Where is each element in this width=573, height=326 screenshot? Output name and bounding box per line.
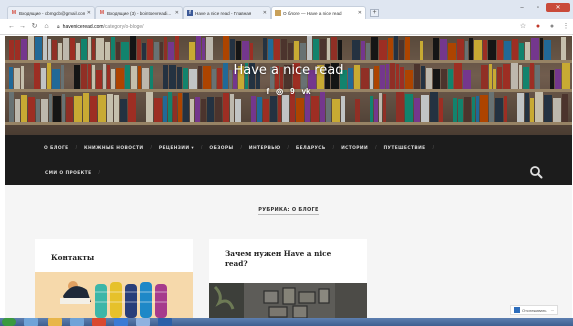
nav-menu: О блоге / Книжные новости / Рецензии ▾ /…	[44, 143, 441, 153]
nav-item-overviews[interactable]: Обзоры	[209, 146, 233, 151]
menu-icon[interactable]: ⋮	[561, 22, 571, 32]
close-tab-icon[interactable]: ✕	[358, 10, 362, 16]
more-icon[interactable]: ···	[550, 308, 554, 313]
main-content: РУБРИКА: О БЛОГЕ Контакты Зачем нужен Ha…	[5, 185, 572, 318]
nav-item-travel[interactable]: Путешествие	[383, 146, 425, 151]
start-button[interactable]	[2, 318, 16, 326]
wordpress-icon	[514, 307, 520, 313]
site-navigation: О блоге / Книжные новости / Рецензии ▾ /…	[5, 135, 572, 185]
nav-item-label: Рецензии	[158, 145, 190, 151]
nav-item-stories[interactable]: Истории	[341, 146, 368, 151]
browser-tab-strip: M Входящие - cbmgcb@gmail.com ✕ M Входящ…	[0, 0, 573, 19]
search-icon[interactable]	[529, 165, 543, 179]
instagram-icon[interactable]: ◎	[276, 87, 283, 96]
os-taskbar	[0, 318, 573, 326]
profile-icon[interactable]: ●	[547, 22, 557, 32]
nav-item-media[interactable]: СМИ о проекте	[45, 171, 91, 176]
nav-separator: /	[432, 145, 434, 151]
taskbar-app-icon[interactable]	[136, 318, 150, 326]
post-title[interactable]: Контакты	[51, 253, 94, 263]
close-window-icon[interactable]: ✕	[546, 3, 570, 12]
tab-title: Входящие (3) - bointoevreadi...	[107, 10, 172, 16]
nav-separator: /	[375, 145, 377, 151]
gmail-icon: M	[99, 10, 105, 16]
extension-icon[interactable]: ●	[533, 22, 543, 32]
odnoklassniki-icon[interactable]: 9	[290, 87, 294, 96]
post-title[interactable]: Зачем нужен Have a nice read?	[225, 249, 345, 269]
minimize-window-icon[interactable]: –	[514, 3, 530, 12]
taskbar-media-icon[interactable]	[70, 318, 84, 326]
tab-title: О блоге — Have a nice read	[283, 10, 342, 16]
nav-item-book-news[interactable]: Книжные новости	[84, 146, 143, 151]
vk-icon[interactable]: vk	[302, 87, 311, 96]
browser-toolbar: ← → ↻ ⌂ 🔒︎ haveniceread.com/category/o-b…	[0, 19, 573, 35]
reload-icon[interactable]: ↻	[30, 22, 39, 32]
nav-separator: /	[240, 145, 242, 151]
taskbar-skype-icon[interactable]	[114, 318, 128, 326]
site-title[interactable]: Have a nice read	[5, 63, 572, 78]
nav-item-about[interactable]: О блоге	[44, 146, 69, 151]
post-thumbnail[interactable]	[209, 283, 367, 318]
books-illustration	[35, 272, 193, 318]
follow-label: Отслеживать	[522, 307, 547, 313]
hero-overlay	[5, 36, 572, 135]
close-tab-icon[interactable]: ✕	[175, 10, 179, 16]
post-card-contacts[interactable]: Контакты	[35, 239, 193, 318]
nav-separator: /	[150, 145, 152, 151]
star-icon[interactable]: ☆	[518, 22, 528, 32]
nav-item-belarus[interactable]: Беларусь	[296, 146, 326, 151]
browser-tab-gmail-2[interactable]: M Входящие (3) - bointoevreadi... ✕	[95, 6, 183, 19]
facebook-icon: f	[187, 10, 193, 16]
tab-title: Have a nice read - Главная	[195, 10, 252, 16]
url-host: haveniceread.com	[62, 24, 104, 30]
home-icon[interactable]: ⌂	[42, 22, 51, 32]
nav-item-interviews[interactable]: Интервью	[249, 146, 281, 151]
nav-separator: /	[98, 170, 100, 176]
taskbar-ie-icon[interactable]	[24, 318, 38, 326]
follow-badge[interactable]: Отслеживать ···	[510, 305, 559, 315]
tab-title: Входящие - cbmgcb@gmail.com	[19, 10, 85, 16]
social-links: f ◎ 9 vk	[5, 87, 572, 96]
taskbar-folder-icon[interactable]	[48, 318, 62, 326]
browser-tab-facebook[interactable]: f Have a nice read - Главная ✕	[183, 6, 271, 19]
gmail-icon: M	[11, 10, 17, 16]
blog-icon	[275, 10, 281, 16]
site-header-hero: Have a nice read f ◎ 9 vk	[5, 36, 572, 135]
post-thumbnail[interactable]	[35, 272, 193, 318]
taskbar-chrome-icon[interactable]	[92, 318, 106, 326]
back-arrow-icon[interactable]: ←	[7, 22, 16, 32]
category-title: РУБРИКА: О БЛОГЕ	[258, 207, 319, 215]
nav-separator: /	[332, 145, 335, 151]
close-tab-icon[interactable]: ✕	[87, 10, 91, 16]
forward-arrow-icon[interactable]: →	[18, 22, 27, 32]
post-card-why[interactable]: Зачем нужен Have a nice read?	[209, 239, 367, 318]
nav-separator: /	[287, 145, 289, 151]
facebook-icon[interactable]: f	[266, 87, 269, 96]
room-photo	[209, 283, 367, 318]
close-tab-icon[interactable]: ✕	[263, 10, 267, 16]
nav-menu-row2: СМИ о проекте /	[45, 168, 107, 178]
new-tab-button[interactable]: +	[370, 9, 379, 17]
nav-separator: /	[201, 145, 203, 151]
lock-icon: 🔒︎	[57, 24, 60, 30]
url-path: /category/o-bloge/	[103, 24, 144, 30]
address-bar[interactable]: 🔒︎ haveniceread.com/category/o-bloge/	[57, 23, 144, 32]
maximize-window-icon[interactable]: ▫	[530, 3, 546, 12]
nav-separator: /	[75, 145, 77, 151]
taskbar-word-icon[interactable]	[158, 318, 172, 326]
category-heading: РУБРИКА: О БЛОГЕ	[5, 207, 572, 215]
browser-tab-blog[interactable]: О блоге — Have a nice read ✕	[271, 6, 366, 19]
browser-tab-gmail-1[interactable]: M Входящие - cbmgcb@gmail.com ✕	[7, 6, 95, 19]
nav-item-reviews[interactable]: Рецензии ▾	[159, 146, 194, 151]
